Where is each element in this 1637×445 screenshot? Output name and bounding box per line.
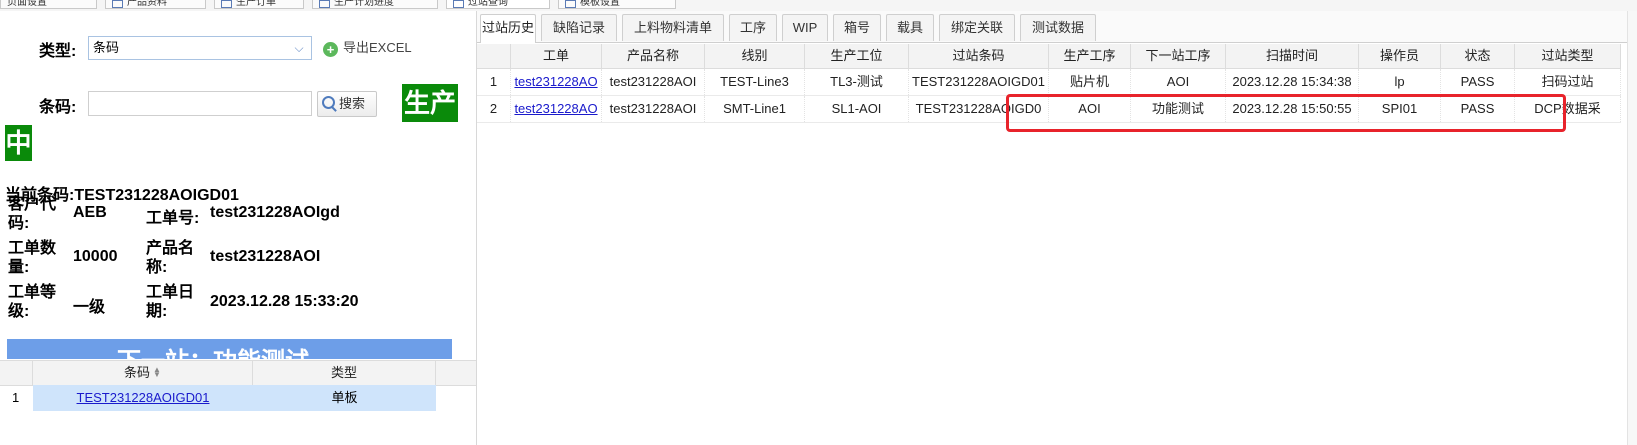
row-number: 1 xyxy=(477,69,511,95)
current-barcode-value: TEST231228AOIGD01 xyxy=(74,187,239,204)
top-tab-3[interactable]: 生产计划进度 xyxy=(312,0,438,9)
order-date-label: 工单日 期: xyxy=(146,284,195,320)
tab-test-data[interactable]: 测试数据 xyxy=(1020,14,1096,41)
work-order-link[interactable]: test231228AO xyxy=(514,101,597,116)
column-header-barcode[interactable]: 过站条码 xyxy=(909,44,1049,68)
tab-carrier[interactable]: 载具 xyxy=(886,14,934,41)
barcode-table-header: 条码 ▲ ▼ 类型 xyxy=(0,360,476,386)
status-badge-production: 生产 xyxy=(402,84,458,122)
export-excel-button[interactable]: + 导出EXCEL xyxy=(323,38,412,58)
tab-material-list[interactable]: 上料物料清单 xyxy=(622,14,724,41)
work-order-link[interactable]: test231228AO xyxy=(514,74,597,89)
line-cell: SMT-Line1 xyxy=(705,96,805,122)
status-cell: PASS xyxy=(1441,69,1515,95)
top-tab-1[interactable]: 产品资料 xyxy=(105,0,206,9)
operator-cell: lp xyxy=(1359,69,1441,95)
work-order-cell: test231228AO xyxy=(511,96,602,122)
column-header-work-order[interactable]: 工单 xyxy=(511,44,602,68)
top-tab-0[interactable]: 页面设置 xyxy=(0,0,97,9)
type-select[interactable]: 条码 ⌵ xyxy=(88,36,312,60)
next-process-cell: AOI xyxy=(1131,69,1226,95)
table-row[interactable]: 1 test231228AO test231228AOI TEST-Line3 … xyxy=(477,69,1621,96)
page-icon xyxy=(319,0,330,8)
row-number: 2 xyxy=(477,96,511,122)
column-header-product-name[interactable]: 产品名称 xyxy=(602,44,705,68)
column-header-scan-time[interactable]: 扫描时间 xyxy=(1226,44,1359,68)
search-button[interactable]: 搜索 xyxy=(317,91,377,117)
table-row[interactable]: 1 TEST231228AOIGD01 单板 xyxy=(0,385,476,411)
column-header-operator[interactable]: 操作员 xyxy=(1359,44,1441,68)
tab-binding[interactable]: 绑定关联 xyxy=(939,14,1015,41)
barcode-cell: TEST231228AOIGD01 xyxy=(909,69,1049,95)
line-cell: TEST-Line3 xyxy=(705,69,805,95)
page-icon xyxy=(453,0,464,8)
station-cell: TL3-测试 xyxy=(805,69,909,95)
top-tab-4[interactable]: 过站查询 xyxy=(446,0,550,9)
highlight-annotation-box xyxy=(1006,94,1566,132)
row-number: 1 xyxy=(12,390,20,405)
column-header-status[interactable]: 状态 xyxy=(1441,44,1515,68)
work-order-cell: test231228AO xyxy=(511,69,602,95)
status-badge-production-cont: 中 xyxy=(5,125,32,161)
row-number-header xyxy=(0,361,33,385)
order-level-value: 一级 xyxy=(73,299,106,316)
work-order-label: 工单号: xyxy=(146,210,200,227)
customer-code-value: AEB xyxy=(73,204,107,221)
tab-station-history[interactable]: 过站历史 xyxy=(480,14,536,43)
row-barcode-link[interactable]: TEST231228AOIGD01 xyxy=(77,390,210,405)
search-icon xyxy=(322,96,335,109)
row-number-header xyxy=(477,44,511,68)
detail-tab-bar: 过站历史 缺陷记录 上料物料清单 工序 WIP 箱号 载具 绑定关联 测试数据 xyxy=(477,11,1637,43)
page-icon xyxy=(565,0,576,8)
process-cell: 贴片机 xyxy=(1049,69,1131,95)
customer-code-label: 客户代 码: xyxy=(8,196,57,232)
order-level-label: 工单等 级: xyxy=(8,284,57,320)
sort-icon[interactable]: ▲ ▼ xyxy=(153,366,161,379)
add-circle-icon: + xyxy=(323,42,338,57)
tab-wip[interactable]: WIP xyxy=(782,14,828,41)
row-barcode-cell: TEST231228AOIGD01 xyxy=(33,385,253,411)
chevron-down-icon[interactable]: ⌵ xyxy=(291,39,307,57)
column-header-barcode[interactable]: 条码 ▲ ▼ xyxy=(33,361,253,385)
page-icon xyxy=(221,0,232,8)
product-cell: test231228AOI xyxy=(602,96,705,122)
top-tab-5[interactable]: 模板设置 xyxy=(558,0,676,9)
top-tab-2[interactable]: 生产订单 xyxy=(214,0,304,9)
column-header-type[interactable]: 类型 xyxy=(253,361,436,385)
export-excel-label: 导出EXCEL xyxy=(343,40,412,55)
column-header-station[interactable]: 生产工位 xyxy=(805,44,909,68)
pass-type-cell: 扫码过站 xyxy=(1515,69,1621,95)
tab-box-number[interactable]: 箱号 xyxy=(833,14,881,41)
type-label: 类型: xyxy=(39,43,77,60)
next-station-text: 下一站：功能测试 xyxy=(117,341,309,359)
vertical-scrollbar[interactable] xyxy=(1627,11,1637,445)
product-name-value: test231228AOI xyxy=(210,248,321,265)
scan-time-cell: 2023.12.28 15:34:38 xyxy=(1226,69,1359,95)
tab-process[interactable]: 工序 xyxy=(729,14,777,41)
history-table-header: 工单 产品名称 线别 生产工位 过站条码 生产工序 下一站工序 扫描时间 操作员… xyxy=(477,44,1621,69)
right-panel: 过站历史 缺陷记录 上料物料清单 工序 WIP 箱号 载具 绑定关联 测试数据 … xyxy=(477,11,1637,445)
row-type-cell: 单板 xyxy=(331,390,358,405)
barcode-label: 条码: xyxy=(39,99,77,116)
product-name-label: 产品名 称: xyxy=(146,240,195,276)
order-date-value: 2023.12.28 15:33:20 xyxy=(210,293,359,310)
column-header-pass-type[interactable]: 过站类型 xyxy=(1515,44,1621,68)
type-select-value: 条码 xyxy=(93,40,120,55)
column-header-process[interactable]: 生产工序 xyxy=(1049,44,1131,68)
tab-defect-records[interactable]: 缺陷记录 xyxy=(541,14,617,41)
next-station-banner: 下一站：功能测试 xyxy=(7,339,452,359)
column-header-line[interactable]: 线别 xyxy=(705,44,805,68)
left-panel: 类型: 条码 ⌵ + 导出EXCEL 条码: 搜索 生产 中 当前条码:TEST2… xyxy=(0,11,477,445)
search-button-label: 搜索 xyxy=(339,96,366,111)
station-cell: SL1-AOI xyxy=(805,96,909,122)
order-qty-label: 工单数 量: xyxy=(8,240,57,276)
order-qty-value: 10000 xyxy=(73,248,118,265)
work-order-value: test231228AOIgd xyxy=(210,204,340,221)
barcode-input[interactable] xyxy=(88,91,312,116)
column-header-next-process[interactable]: 下一站工序 xyxy=(1131,44,1226,68)
page-icon xyxy=(112,0,123,8)
product-cell: test231228AOI xyxy=(602,69,705,95)
